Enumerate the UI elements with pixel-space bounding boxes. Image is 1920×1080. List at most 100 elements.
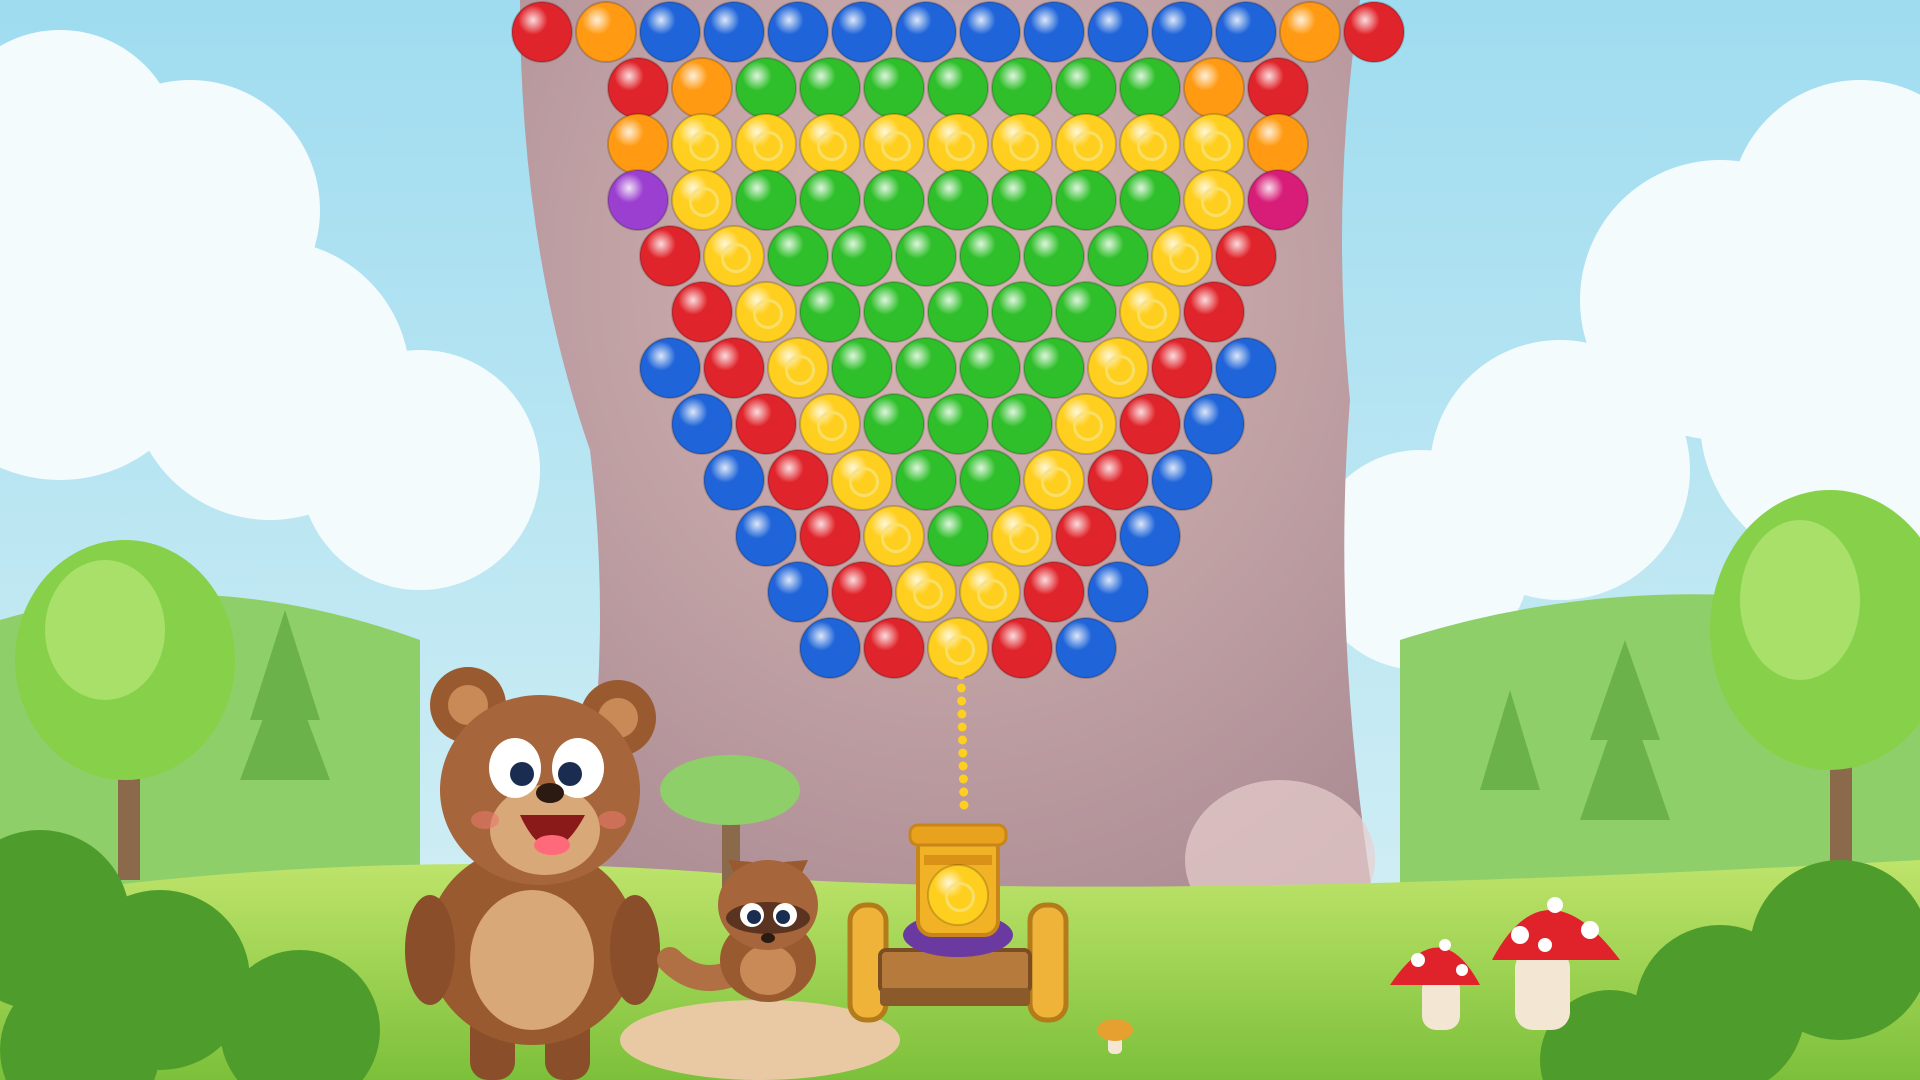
bubble-blue[interactable] <box>799 617 861 679</box>
bubble-red[interactable] <box>1247 57 1309 119</box>
bubble-blue[interactable] <box>1055 617 1117 679</box>
bubble-blue[interactable] <box>1151 1 1213 63</box>
bubble-yellow[interactable] <box>799 113 861 175</box>
bubble-yellow[interactable] <box>831 449 893 511</box>
bubble-yellow[interactable] <box>863 505 925 567</box>
bubble-green[interactable] <box>863 281 925 343</box>
bubble-red[interactable] <box>1343 1 1405 63</box>
bubble-blue[interactable] <box>767 561 829 623</box>
bubble-green[interactable] <box>895 449 957 511</box>
bubble-red[interactable] <box>735 393 797 455</box>
bubble-blue[interactable] <box>639 1 701 63</box>
bubble-green[interactable] <box>735 169 797 231</box>
bubble-green[interactable] <box>1023 225 1085 287</box>
bubble-blue[interactable] <box>767 1 829 63</box>
bubble-orange[interactable] <box>1279 1 1341 63</box>
bubble-red[interactable] <box>671 281 733 343</box>
bubble-green[interactable] <box>1055 281 1117 343</box>
bubble-red[interactable] <box>1055 505 1117 567</box>
bubble-orange[interactable] <box>1247 113 1309 175</box>
bubble-red[interactable] <box>991 617 1053 679</box>
bubble-yellow[interactable] <box>735 113 797 175</box>
bubble-green[interactable] <box>799 169 861 231</box>
bubble-green[interactable] <box>799 281 861 343</box>
bubble-green[interactable] <box>863 393 925 455</box>
bubble-red[interactable] <box>767 449 829 511</box>
bubble-green[interactable] <box>1119 57 1181 119</box>
bubble-blue[interactable] <box>1119 505 1181 567</box>
bubble-green[interactable] <box>991 281 1053 343</box>
bubble-yellow[interactable] <box>1183 169 1245 231</box>
bubble-yellow[interactable] <box>991 113 1053 175</box>
bubble-blue[interactable] <box>1023 1 1085 63</box>
bubble-blue[interactable] <box>895 1 957 63</box>
bubble-yellow[interactable] <box>703 225 765 287</box>
bubble-green[interactable] <box>927 57 989 119</box>
bubble-orange[interactable] <box>607 113 669 175</box>
bubble-green[interactable] <box>927 281 989 343</box>
bubble-green[interactable] <box>959 449 1021 511</box>
bubble-yellow[interactable] <box>767 337 829 399</box>
bubble-red[interactable] <box>831 561 893 623</box>
bubble-blue[interactable] <box>1215 1 1277 63</box>
bubble-yellow[interactable] <box>1119 281 1181 343</box>
bubble-blue[interactable] <box>703 449 765 511</box>
bubble-green[interactable] <box>991 169 1053 231</box>
bubble-red[interactable] <box>1023 561 1085 623</box>
bubble-green[interactable] <box>831 225 893 287</box>
bubble-yellow[interactable] <box>1087 337 1149 399</box>
bubble-green[interactable] <box>927 393 989 455</box>
bubble-yellow[interactable] <box>991 505 1053 567</box>
bubble-green[interactable] <box>927 505 989 567</box>
bubble-red[interactable] <box>1119 393 1181 455</box>
bubble-blue[interactable] <box>639 337 701 399</box>
bubble-green[interactable] <box>735 57 797 119</box>
bubble-blue[interactable] <box>735 505 797 567</box>
bubble-green[interactable] <box>895 337 957 399</box>
bubble-red[interactable] <box>799 505 861 567</box>
bubble-green[interactable] <box>767 225 829 287</box>
bubble-orange[interactable] <box>575 1 637 63</box>
bubble-green[interactable] <box>831 337 893 399</box>
bubble-green[interactable] <box>1055 57 1117 119</box>
bubble-purple[interactable] <box>607 169 669 231</box>
bubble-yellow[interactable] <box>927 617 989 679</box>
bubble-blue[interactable] <box>1183 393 1245 455</box>
loaded-bubble-yellow[interactable] <box>927 864 989 926</box>
bubble-green[interactable] <box>959 225 1021 287</box>
bubble-green[interactable] <box>991 57 1053 119</box>
bubble-magenta[interactable] <box>1247 169 1309 231</box>
bubble-red[interactable] <box>607 57 669 119</box>
bubble-yellow[interactable] <box>1151 225 1213 287</box>
bubble-yellow[interactable] <box>895 561 957 623</box>
bubble-orange[interactable] <box>1183 57 1245 119</box>
bubble-blue[interactable] <box>1215 337 1277 399</box>
bubble-yellow[interactable] <box>1023 449 1085 511</box>
bubble-yellow[interactable] <box>927 113 989 175</box>
bubble-red[interactable] <box>511 1 573 63</box>
bubble-red[interactable] <box>863 617 925 679</box>
bubble-blue[interactable] <box>831 1 893 63</box>
bubble-yellow[interactable] <box>959 561 1021 623</box>
bubble-orange[interactable] <box>671 57 733 119</box>
bubble-blue[interactable] <box>1087 561 1149 623</box>
bubble-blue[interactable] <box>671 393 733 455</box>
bubble-yellow[interactable] <box>1055 393 1117 455</box>
bubble-yellow[interactable] <box>863 113 925 175</box>
bubble-green[interactable] <box>1023 337 1085 399</box>
bubble-green[interactable] <box>799 57 861 119</box>
bubble-green[interactable] <box>959 337 1021 399</box>
bubble-red[interactable] <box>1215 225 1277 287</box>
bubble-green[interactable] <box>895 225 957 287</box>
bubble-red[interactable] <box>639 225 701 287</box>
bubble-red[interactable] <box>1087 449 1149 511</box>
bubble-green[interactable] <box>863 169 925 231</box>
bubble-blue[interactable] <box>703 1 765 63</box>
bubble-blue[interactable] <box>1087 1 1149 63</box>
bubble-blue[interactable] <box>1151 449 1213 511</box>
bubble-red[interactable] <box>1151 337 1213 399</box>
bubble-yellow[interactable] <box>799 393 861 455</box>
bubble-green[interactable] <box>863 57 925 119</box>
bubble-green[interactable] <box>1119 169 1181 231</box>
bubble-yellow[interactable] <box>735 281 797 343</box>
